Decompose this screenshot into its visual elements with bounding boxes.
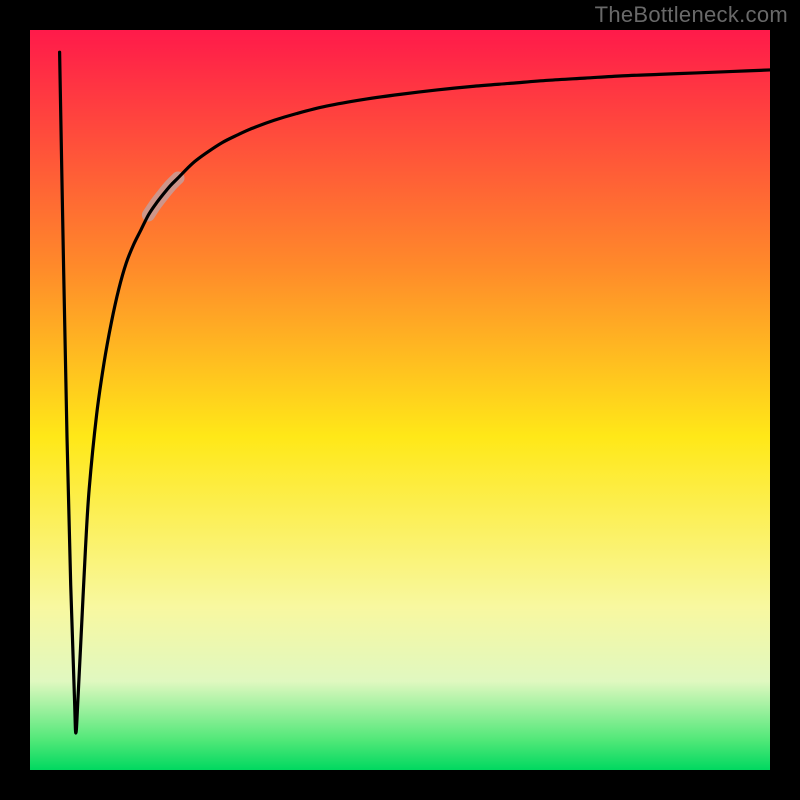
plot-background <box>30 30 770 770</box>
bottleneck-chart: TheBottleneck.com <box>0 0 800 800</box>
chart-svg <box>0 0 800 800</box>
plot-border-bottom <box>0 770 800 800</box>
plot-border-right <box>770 0 800 800</box>
plot-border-left <box>0 0 30 800</box>
watermark-label: TheBottleneck.com <box>595 2 788 28</box>
